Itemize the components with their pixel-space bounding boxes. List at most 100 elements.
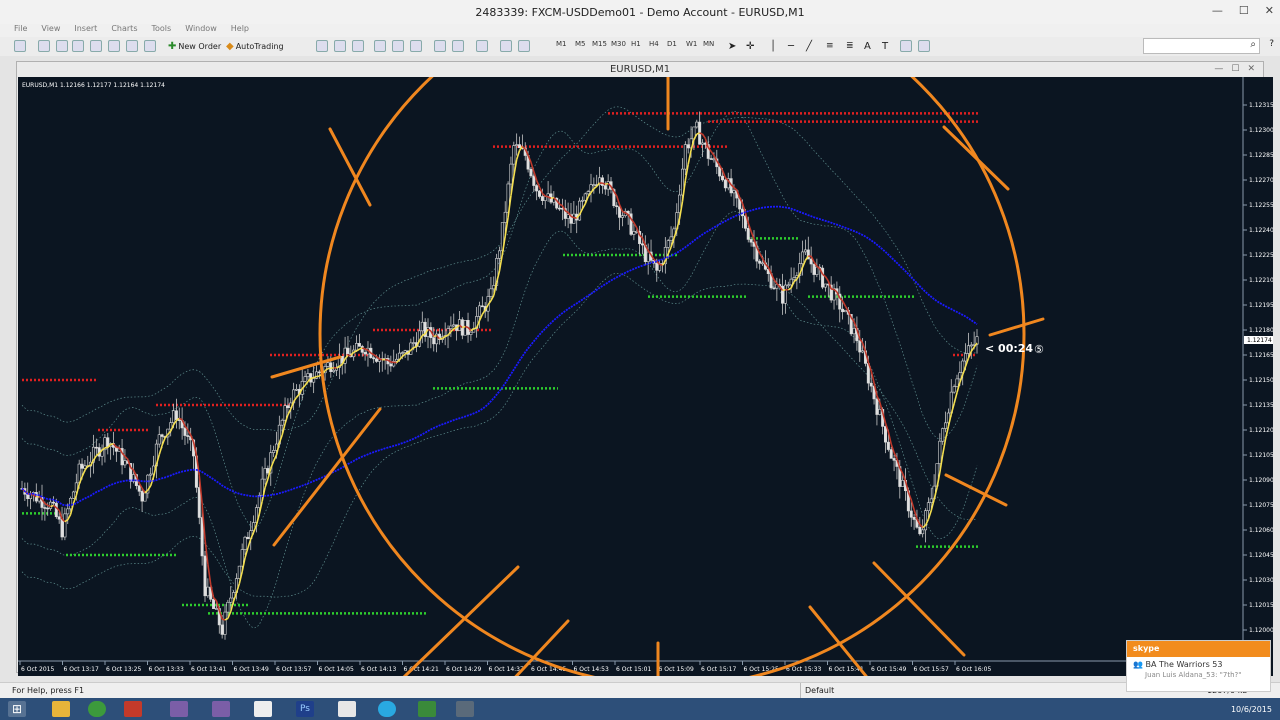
cursor-tool[interactable]: ➤: [728, 39, 736, 53]
search-input[interactable]: ⌕: [1143, 38, 1260, 54]
time-label: 6 Oct 13:41: [191, 666, 226, 673]
candle-body: [886, 441, 890, 450]
price-label: 1.12120: [1249, 427, 1273, 434]
menu-tools[interactable]: Tools: [151, 24, 171, 36]
data-window-button[interactable]: [72, 39, 84, 53]
candle-body: [746, 228, 750, 240]
candle-body: [172, 410, 176, 423]
candle-body: [686, 144, 690, 149]
candle-body: [400, 352, 404, 354]
menu-help[interactable]: Help: [231, 24, 249, 36]
menu-insert[interactable]: Insert: [74, 24, 97, 36]
candle-countdown: < 00:24: [985, 342, 1033, 355]
fibonacci-tool[interactable]: ≣: [846, 39, 854, 53]
candle-body: [792, 277, 796, 280]
skype-notification[interactable]: skype 👥 BA The Warriors 53 Juan Luis Ald…: [1126, 640, 1271, 692]
candle-body: [941, 428, 945, 442]
notes-icon[interactable]: [338, 701, 356, 717]
maximize-button[interactable]: ☐: [1239, 4, 1249, 17]
line-chart-button[interactable]: [352, 39, 364, 53]
app-icon-green[interactable]: [418, 701, 436, 717]
text-tool[interactable]: A: [864, 39, 871, 53]
channel-tool[interactable]: ≡: [826, 39, 834, 53]
metatrader-icon-2[interactable]: [212, 701, 230, 717]
candle-body: [640, 243, 644, 246]
candle-body: [803, 249, 807, 253]
candle-body: [412, 342, 416, 344]
menu-view[interactable]: View: [41, 24, 60, 36]
candle-body: [823, 283, 827, 288]
indicators-button[interactable]: [476, 39, 488, 53]
time-label: 6 Oct 14:05: [319, 666, 354, 673]
history-button[interactable]: [144, 39, 156, 53]
menu-file[interactable]: File: [14, 24, 27, 36]
profiles-button[interactable]: [38, 39, 50, 53]
autotrading-button[interactable]: ◆ AutoTrading: [226, 39, 284, 53]
app-icon-gray[interactable]: [456, 701, 474, 717]
metatrader-icon-1[interactable]: [170, 701, 188, 717]
help-icon[interactable]: ?: [1269, 39, 1274, 49]
candle-body: [140, 491, 144, 502]
arrows-tool[interactable]: [900, 39, 912, 53]
zoom-in-button[interactable]: [374, 39, 386, 53]
templates-button[interactable]: [518, 39, 530, 53]
timeframe-mn[interactable]: MN: [703, 40, 714, 48]
folder-icon[interactable]: [52, 701, 70, 717]
photoshop-icon[interactable]: Ps: [296, 701, 314, 717]
candle-body: [226, 601, 230, 613]
candle-body: [469, 331, 473, 335]
navigator-button[interactable]: [90, 39, 102, 53]
candle-body: [615, 205, 619, 208]
close-button[interactable]: ✕: [1265, 4, 1274, 17]
strategy-tester-button[interactable]: [126, 39, 138, 53]
timeframe-h4[interactable]: H4: [649, 40, 659, 48]
start-button[interactable]: ⊞: [8, 701, 26, 717]
chart-minimize-button[interactable]: —: [1214, 64, 1223, 74]
trendline-tool[interactable]: ╱: [806, 39, 812, 53]
candles-button[interactable]: [334, 39, 346, 53]
timeframe-m1[interactable]: M1: [556, 40, 567, 48]
menu-charts[interactable]: Charts: [111, 24, 137, 36]
chart-shift-button[interactable]: [452, 39, 464, 53]
auto-scroll-button[interactable]: [434, 39, 446, 53]
candle-body: [815, 266, 819, 275]
price-label: 1.12240: [1249, 227, 1273, 234]
candle-body: [375, 358, 379, 362]
period-button[interactable]: [500, 39, 512, 53]
new-order-button[interactable]: ✚ New Order: [168, 39, 221, 53]
candle-body: [669, 236, 673, 242]
skype-icon[interactable]: [378, 701, 396, 717]
objects-tool[interactable]: [918, 39, 930, 53]
candle-body: [229, 597, 233, 603]
timeframe-d1[interactable]: D1: [667, 40, 677, 48]
price-label: 1.12135: [1249, 402, 1273, 409]
price-label: 1.12150: [1249, 377, 1273, 384]
timeframe-h1[interactable]: H1: [631, 40, 641, 48]
chrome-icon[interactable]: [88, 701, 106, 717]
crosshair-tool[interactable]: ✛: [746, 39, 754, 53]
chart-maximize-button[interactable]: ☐: [1231, 64, 1239, 74]
new-chart-button[interactable]: [14, 39, 26, 53]
bar-chart-button[interactable]: [316, 39, 328, 53]
candle-body: [952, 386, 956, 393]
timeframe-w1[interactable]: W1: [686, 40, 697, 48]
menu-window[interactable]: Window: [185, 24, 217, 36]
timeframe-m15[interactable]: M15: [592, 40, 607, 48]
vertical-line-tool[interactable]: │: [770, 39, 776, 53]
zoom-out-button[interactable]: [392, 39, 404, 53]
fast-ma-segment: [462, 325, 466, 329]
app-icon-white[interactable]: [254, 701, 272, 717]
label-tool[interactable]: T: [882, 39, 888, 53]
app-icon-red[interactable]: [124, 701, 142, 717]
terminal-button[interactable]: [108, 39, 120, 53]
candle-body: [944, 422, 948, 429]
minimize-button[interactable]: —: [1212, 4, 1223, 17]
timeframe-m30[interactable]: M30: [611, 40, 626, 48]
tile-windows-button[interactable]: [410, 39, 422, 53]
price-label: 1.12270: [1249, 177, 1273, 184]
timeframe-m5[interactable]: M5: [575, 40, 586, 48]
horizontal-line-tool[interactable]: ─: [788, 39, 794, 53]
price-chart[interactable]: 1.12315 1.12300 1.12285 1.12270 1.12255 1.122…: [18, 77, 1273, 676]
market-watch-button[interactable]: [56, 39, 68, 53]
chart-close-button[interactable]: ✕: [1247, 64, 1255, 74]
